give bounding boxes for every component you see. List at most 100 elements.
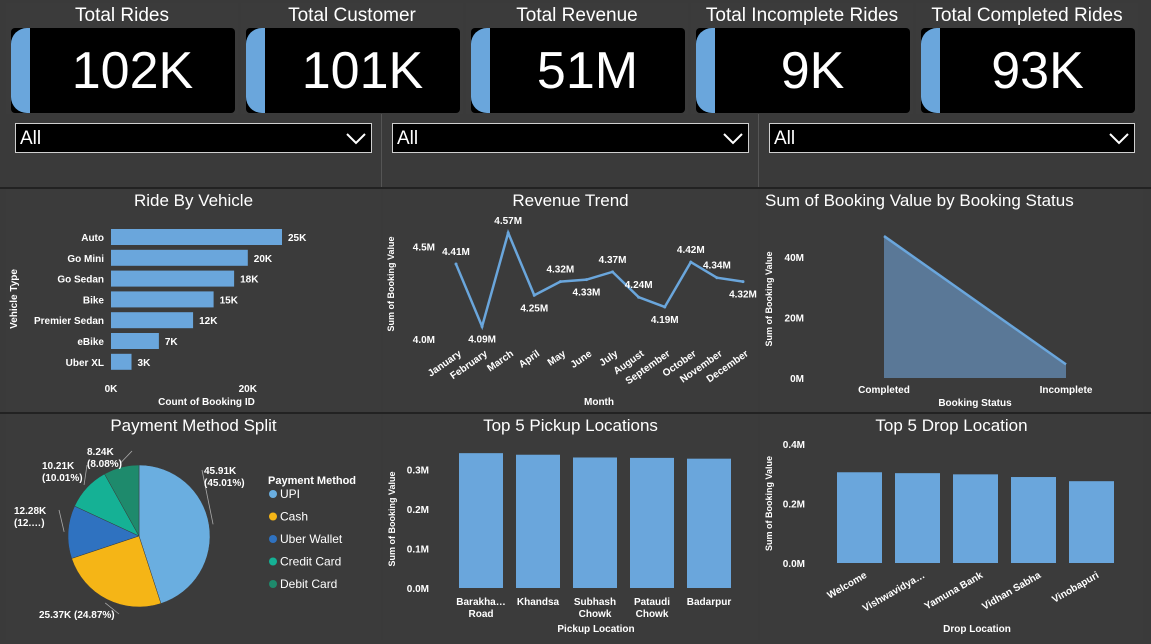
data-label: 4.32M <box>546 265 574 276</box>
tick-label: Vidhan Sabha <box>980 570 1043 613</box>
data-label: 4.09M <box>468 334 496 345</box>
legend-label: Debit Card <box>280 577 337 591</box>
data-point <box>715 276 719 280</box>
kpi-value-box: 51M <box>471 28 685 113</box>
data-label: 25.37K (24.87%) <box>39 610 115 621</box>
bar <box>687 458 731 588</box>
x-axis-label: Month <box>584 397 614 408</box>
kpi-title: Total Revenue <box>516 5 638 26</box>
x-axis-label: Booking Status <box>938 398 1012 409</box>
tick-label: Chowk <box>636 609 669 620</box>
legend-label: Cash <box>280 510 308 524</box>
chevron-down-icon <box>1109 133 1129 145</box>
panel-revenue-trend: Revenue Trend Sum of Booking Value 4.5M 4.… <box>383 189 758 412</box>
kpi-value-box: 9K <box>696 28 910 113</box>
data-label: (10.01%) <box>42 473 83 484</box>
kpi-value: 9K <box>780 41 845 100</box>
legend-title: Payment Method <box>268 475 356 487</box>
dropdown-value: All <box>20 128 42 149</box>
tick-label: Vishwavidya… <box>861 570 927 614</box>
tick-label: 0.2M <box>407 505 429 516</box>
data-label: (45.01%) <box>204 478 245 489</box>
bar <box>1069 481 1114 563</box>
bar <box>837 472 882 563</box>
data-label: 20K <box>254 254 273 265</box>
data-point <box>611 270 615 274</box>
data-label: 12.28K <box>14 506 47 517</box>
kpi-card-total-incomplete-rides: Total Incomplete Rides 9K <box>691 3 913 114</box>
tick-label: Subhash <box>574 597 616 608</box>
kpi-card-total-revenue: Total Revenue 51M <box>466 3 688 114</box>
dropdown-value: All <box>774 128 796 149</box>
tick-label: 20M <box>785 314 804 325</box>
data-label: 4.37M <box>599 255 627 266</box>
y-axis-label: Sum of Booking Value <box>387 471 397 566</box>
category-label: Bike <box>83 295 105 306</box>
category-label: Go Sedan <box>57 275 104 286</box>
data-label: 4.19M <box>651 315 679 326</box>
panel-payment-method: Payment Method Split 45.91K (45.01%) 25.37… <box>6 414 381 640</box>
filter-dropdown-1[interactable]: All <box>15 123 372 153</box>
bar <box>459 453 503 588</box>
panel-booking-status: Sum of Booking Value by Booking Status S… <box>760 189 1143 412</box>
data-label: 10.21K <box>42 461 75 472</box>
tick-label: Incomplete <box>1040 385 1093 396</box>
data-point <box>689 260 693 264</box>
legend-marker <box>269 490 277 498</box>
data-label: 25K <box>288 233 307 244</box>
category-label: Go Mini <box>67 254 104 265</box>
bar <box>111 229 282 245</box>
data-point <box>741 280 745 284</box>
kpi-value: 101K <box>301 41 424 100</box>
data-label: (8.08%) <box>87 459 122 470</box>
kpi-value: 93K <box>991 41 1084 100</box>
leader-line <box>58 509 65 532</box>
tick-label: June <box>569 348 595 371</box>
top-pickup-chart: Sum of Booking Value 0.0M 0.1M 0.2M 0.3M Bara… <box>387 453 731 635</box>
filter-dropdown-2[interactable]: All <box>392 123 749 153</box>
legend-marker <box>269 535 277 543</box>
data-label: 4.41M <box>442 247 470 258</box>
data-label: 7K <box>165 337 179 348</box>
kpi-accent-bar <box>471 28 490 113</box>
kpi-accent-bar <box>921 28 940 113</box>
kpi-card-total-rides: Total Rides 102K <box>6 3 238 114</box>
tick-label: May <box>546 348 569 368</box>
bar <box>111 291 214 308</box>
ride-by-vehicle-chart: Vehicle Type Auto 25K Go Mini 20K Go Sedan 18K… <box>9 229 307 408</box>
data-point <box>637 295 641 299</box>
area-fill <box>884 236 1066 378</box>
tick-label: Vinobapuri <box>1050 570 1101 606</box>
data-point <box>506 231 510 235</box>
tick-label: April <box>517 348 542 370</box>
category-label: Uber XL <box>66 358 104 369</box>
tick-label: 4.0M <box>413 335 435 346</box>
kpi-card-total-completed-rides: Total Completed Rides 93K <box>916 3 1138 114</box>
bar <box>516 454 560 588</box>
data-label: 18K <box>240 275 259 286</box>
data-label: 4.42M <box>677 245 705 256</box>
slicer-panel-2: All <box>383 114 759 187</box>
data-label: 4.33M <box>573 288 601 299</box>
tick-label: 0M <box>790 374 804 385</box>
kpi-value: 102K <box>71 41 194 100</box>
category-label: Premier Sedan <box>34 316 104 327</box>
tick-label: Road <box>469 609 494 620</box>
bar <box>111 353 132 370</box>
kpi-card-total-customer: Total Customer 101K <box>241 3 463 114</box>
data-label: 4.32M <box>729 290 757 301</box>
data-point <box>663 305 667 309</box>
kpi-title: Total Customer <box>288 5 416 26</box>
y-axis-label: Vehicle Type <box>9 269 20 329</box>
tick-label: 4.5M <box>413 243 435 254</box>
tick-label: 0.2M <box>783 500 805 511</box>
data-point <box>532 293 536 297</box>
category-label: eBike <box>77 337 104 348</box>
data-label: (12.…) <box>14 518 45 529</box>
data-point <box>480 324 484 328</box>
kpi-title: Total Incomplete Rides <box>705 5 899 26</box>
tick-label: 0.0M <box>783 559 805 570</box>
bar <box>111 270 235 287</box>
panel-top-drop: Top 5 Drop Location Sum of Booking Value… <box>760 414 1143 640</box>
filter-dropdown-3[interactable]: All <box>769 123 1135 153</box>
